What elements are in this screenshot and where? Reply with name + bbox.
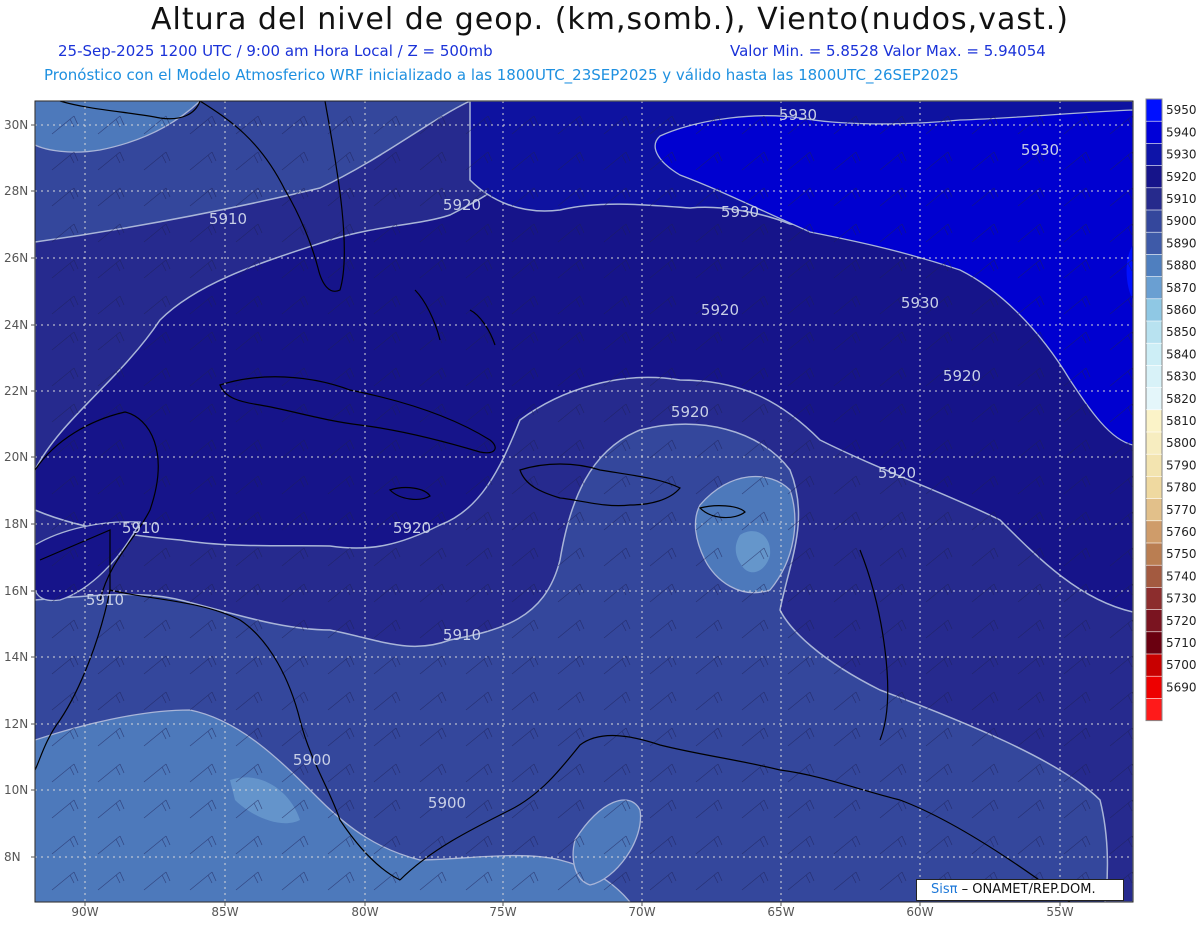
colorbar-swatch bbox=[1146, 409, 1162, 432]
lon-label: 65W bbox=[767, 905, 794, 919]
contour-label: 5930 bbox=[779, 106, 817, 124]
lat-label: 14N bbox=[4, 650, 28, 664]
colorbar-swatch bbox=[1146, 476, 1162, 499]
colorbar-swatch bbox=[1146, 232, 1162, 255]
lon-label: 70W bbox=[628, 905, 655, 919]
contour-label: 5930 bbox=[901, 294, 939, 312]
colorbar-swatch bbox=[1146, 587, 1162, 610]
colorbar-swatch bbox=[1146, 143, 1162, 166]
contour-label: 5930 bbox=[1021, 141, 1059, 159]
lat-label: 18N bbox=[4, 517, 28, 531]
colorbar-swatch bbox=[1146, 609, 1162, 632]
colorbar-label: 5900 bbox=[1166, 214, 1197, 228]
lon-label: 90W bbox=[71, 905, 98, 919]
colorbar-swatch bbox=[1146, 387, 1162, 410]
colorbar-swatch bbox=[1146, 432, 1162, 455]
latitude-labels: 30N 28N 26N 24N 22N 20N 18N 16N 14N 12N 10N 8N bbox=[4, 118, 35, 864]
colorbar-swatch bbox=[1146, 321, 1162, 344]
longitude-labels: 90W 85W 80W 75W 70W 65W 60W 55W bbox=[71, 902, 1074, 919]
lat-label: 16N bbox=[4, 584, 28, 598]
contour-label: 5920 bbox=[943, 367, 981, 385]
lon-label: 80W bbox=[351, 905, 378, 919]
colorbar-label: 5840 bbox=[1166, 347, 1197, 361]
colorbar-label: 5760 bbox=[1166, 525, 1197, 539]
colorbar-swatch bbox=[1146, 99, 1162, 122]
colorbar-label: 5820 bbox=[1166, 392, 1197, 406]
lon-label: 85W bbox=[211, 905, 238, 919]
map-area bbox=[35, 101, 1133, 902]
colorbar-swatch bbox=[1146, 654, 1162, 677]
contour-label: 5910 bbox=[209, 210, 247, 228]
contour-label: 5920 bbox=[878, 464, 916, 482]
lat-label: 10N bbox=[4, 783, 28, 797]
colorbar-label: 5700 bbox=[1166, 658, 1197, 672]
lon-label: 55W bbox=[1046, 905, 1073, 919]
lat-label: 22N bbox=[4, 384, 28, 398]
contour-label: 5900 bbox=[428, 794, 466, 812]
colorbar-label: 5910 bbox=[1166, 192, 1197, 206]
colorbar-swatch bbox=[1146, 365, 1162, 388]
colorbar-swatch bbox=[1146, 187, 1162, 210]
colorbar-swatch bbox=[1146, 698, 1162, 721]
colorbar-swatch bbox=[1146, 276, 1162, 299]
colorbar-swatch bbox=[1146, 454, 1162, 477]
colorbar-label: 5850 bbox=[1166, 325, 1197, 339]
onamet-watermark: Sisπ – ONAMET/REP.DOM. bbox=[916, 879, 1124, 901]
contour-label: 5930 bbox=[721, 203, 759, 221]
colorbar-swatch bbox=[1146, 210, 1162, 233]
lat-label: 30N bbox=[4, 118, 28, 132]
colorbar-label: 5810 bbox=[1166, 414, 1197, 428]
colorbar-label: 5880 bbox=[1166, 259, 1197, 273]
colorbar-label: 5830 bbox=[1166, 370, 1197, 384]
colorbar-label: 5690 bbox=[1166, 680, 1197, 694]
colorbar-label: 5890 bbox=[1166, 236, 1197, 250]
contour-label: 5920 bbox=[671, 403, 709, 421]
colorbar-label: 5930 bbox=[1166, 148, 1197, 162]
lat-label: 8N bbox=[4, 850, 21, 864]
contour-label: 5910 bbox=[86, 591, 124, 609]
colorbar-swatch bbox=[1146, 343, 1162, 366]
colorbar-swatch bbox=[1146, 498, 1162, 521]
colorbar-swatch bbox=[1146, 631, 1162, 654]
lat-label: 20N bbox=[4, 450, 28, 464]
colorbar-swatch bbox=[1146, 254, 1162, 277]
colorbar-label: 5950 bbox=[1166, 103, 1197, 117]
lat-label: 12N bbox=[4, 717, 28, 731]
colorbar-label: 5770 bbox=[1166, 503, 1197, 517]
contour-label: 5920 bbox=[443, 196, 481, 214]
colorbar-label: 5750 bbox=[1166, 547, 1197, 561]
colorbar-label: 5940 bbox=[1166, 125, 1197, 139]
geopotential-map: 30N 28N 26N 24N 22N 20N 18N 16N 14N 12N 10N 8N 90W 8… bbox=[4, 98, 1197, 919]
colorbar-label: 5730 bbox=[1166, 592, 1197, 606]
contour-label: 5900 bbox=[293, 751, 331, 769]
colorbar-swatch bbox=[1146, 676, 1162, 699]
colorbar-swatch bbox=[1146, 565, 1162, 588]
lat-label: 26N bbox=[4, 251, 28, 265]
colorbar-label: 5870 bbox=[1166, 281, 1197, 295]
colorbar-label: 5720 bbox=[1166, 614, 1197, 628]
lon-label: 75W bbox=[489, 905, 516, 919]
colorbar-label: 5790 bbox=[1166, 458, 1197, 472]
colorbar-swatch bbox=[1146, 298, 1162, 321]
colorbar-swatch bbox=[1146, 165, 1162, 188]
colorbar-label: 5920 bbox=[1166, 170, 1197, 184]
watermark-text: – ONAMET/REP.DOM. bbox=[961, 882, 1096, 897]
color-bar: 5950 5940 5930 5920 5910 5900 5890 5880 5870 5860… bbox=[1145, 98, 1197, 722]
colorbar-swatch bbox=[1146, 121, 1162, 144]
lat-label: 28N bbox=[4, 184, 28, 198]
contour-label: 5910 bbox=[443, 626, 481, 644]
contour-label: 5920 bbox=[393, 519, 431, 537]
lon-label: 60W bbox=[906, 905, 933, 919]
colorbar-label: 5780 bbox=[1166, 481, 1197, 495]
contour-label: 5910 bbox=[122, 519, 160, 537]
colorbar-label: 5710 bbox=[1166, 636, 1197, 650]
colorbar-swatch bbox=[1146, 520, 1162, 543]
lat-label: 24N bbox=[4, 318, 28, 332]
contour-label: 5920 bbox=[701, 301, 739, 319]
colorbar-label: 5860 bbox=[1166, 303, 1197, 317]
colorbar-label: 5740 bbox=[1166, 569, 1197, 583]
colorbar-label: 5800 bbox=[1166, 436, 1197, 450]
sispi-logo: Sisπ bbox=[931, 882, 958, 897]
colorbar-swatch bbox=[1146, 543, 1162, 566]
